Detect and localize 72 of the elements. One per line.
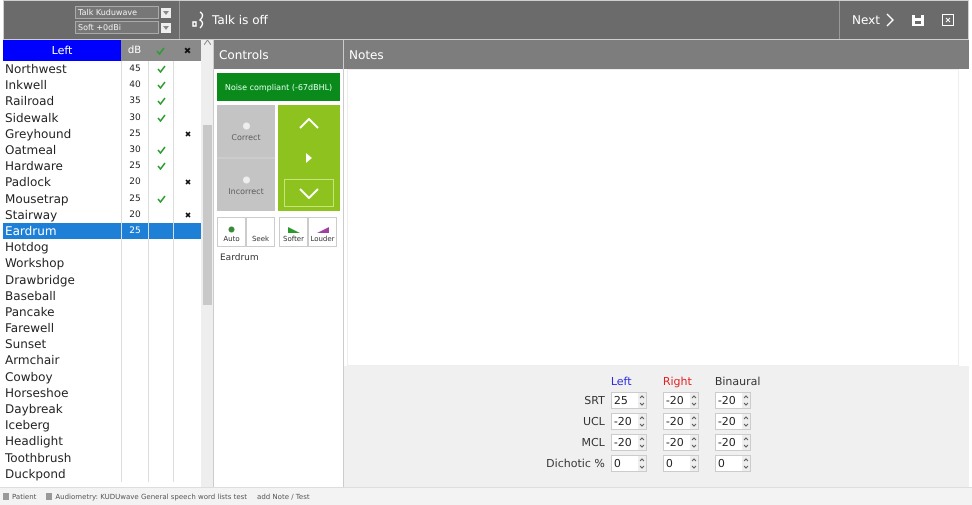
db-value: 25 — [129, 194, 141, 204]
db-value: 45 — [129, 64, 141, 74]
ear-column-header: Left — [610, 375, 633, 388]
scrollbar[interactable] — [201, 40, 213, 487]
db-value: 35 — [129, 96, 141, 106]
threshold-spinner[interactable]: -20 — [714, 434, 751, 451]
save-button[interactable] — [912, 14, 924, 26]
close-icon — [942, 14, 954, 26]
db-value: 30 — [129, 145, 141, 156]
document-icon — [46, 493, 52, 500]
talk-status: Talk is off — [212, 13, 268, 27]
noise-status: Noise compliant (-67dBHL) — [217, 73, 340, 101]
spin-arrows-icon — [742, 393, 750, 408]
spin-arrows-icon — [742, 414, 750, 429]
spin-arrows-icon — [742, 435, 750, 450]
threshold-spinner[interactable]: 0 — [610, 455, 647, 472]
spin-arrows-icon — [690, 414, 698, 429]
db-header: dB — [126, 45, 142, 56]
threshold-spinner[interactable]: 0 — [714, 455, 751, 472]
ramp-up-icon — [316, 227, 328, 233]
threshold-spinner[interactable]: -20 — [662, 392, 699, 409]
notes-field[interactable] — [347, 69, 959, 366]
play-button[interactable] — [306, 153, 312, 163]
chevron-down-icon — [299, 188, 319, 198]
threshold-label: MCL — [580, 436, 606, 449]
chevron-up-icon — [299, 118, 319, 128]
play-icon — [306, 153, 312, 163]
cross-icon — [184, 47, 190, 54]
threshold-label: SRT — [583, 394, 606, 407]
spin-arrows-icon — [742, 456, 750, 471]
db-value: 20 — [129, 177, 141, 188]
document-icon — [3, 493, 9, 500]
check-icon — [156, 46, 165, 54]
spin-arrows-icon — [638, 456, 646, 471]
spin-arrows-icon — [638, 435, 646, 450]
current-word: Eardrum — [220, 253, 260, 263]
threshold-label: UCL — [582, 415, 606, 428]
threshold-spinner[interactable]: 0 — [662, 455, 699, 472]
scroll-up-icon — [204, 40, 210, 45]
ear-header: Left — [3, 40, 121, 61]
ear-column-header: Binaural — [714, 375, 762, 388]
threshold-spinner[interactable]: -20 — [662, 413, 699, 430]
threshold-spinner[interactable]: -20 — [610, 434, 647, 451]
spin-arrows-icon — [690, 393, 698, 408]
word-row[interactable]: Eardrum 25 — [3, 222, 201, 240]
controls-header: Controls — [214, 40, 343, 69]
threshold-spinner[interactable]: 25 — [610, 392, 647, 409]
close-button[interactable] — [942, 14, 954, 26]
threshold-spinner[interactable]: -20 — [714, 392, 751, 409]
spin-arrows-icon — [690, 456, 698, 471]
down-button[interactable] — [284, 179, 334, 207]
threshold-spinner[interactable]: -20 — [662, 434, 699, 451]
threshold-label: Dichotic % — [546, 457, 606, 470]
spin-arrows-icon — [638, 393, 646, 408]
save-icon — [912, 14, 924, 26]
spin-arrows-icon — [638, 414, 646, 429]
db-value: 25 — [129, 161, 141, 172]
db-value: 25 — [129, 128, 141, 139]
db-value: 20 — [129, 210, 141, 220]
chevron-right-icon — [886, 13, 894, 27]
next-button[interactable]: Next — [852, 13, 894, 27]
caret-icon — [163, 10, 169, 14]
ear-column-header: Right — [662, 375, 693, 388]
threshold-spinner[interactable]: -20 — [714, 413, 751, 430]
db-value: 30 — [129, 112, 141, 123]
db-value: 25 — [129, 226, 141, 236]
notes-header: Notes — [344, 40, 969, 69]
caret-icon — [163, 26, 169, 30]
spin-arrows-icon — [690, 435, 698, 450]
ramp-down-icon — [288, 227, 300, 233]
db-value: 40 — [129, 80, 141, 90]
threshold-spinner[interactable]: -20 — [610, 413, 647, 430]
